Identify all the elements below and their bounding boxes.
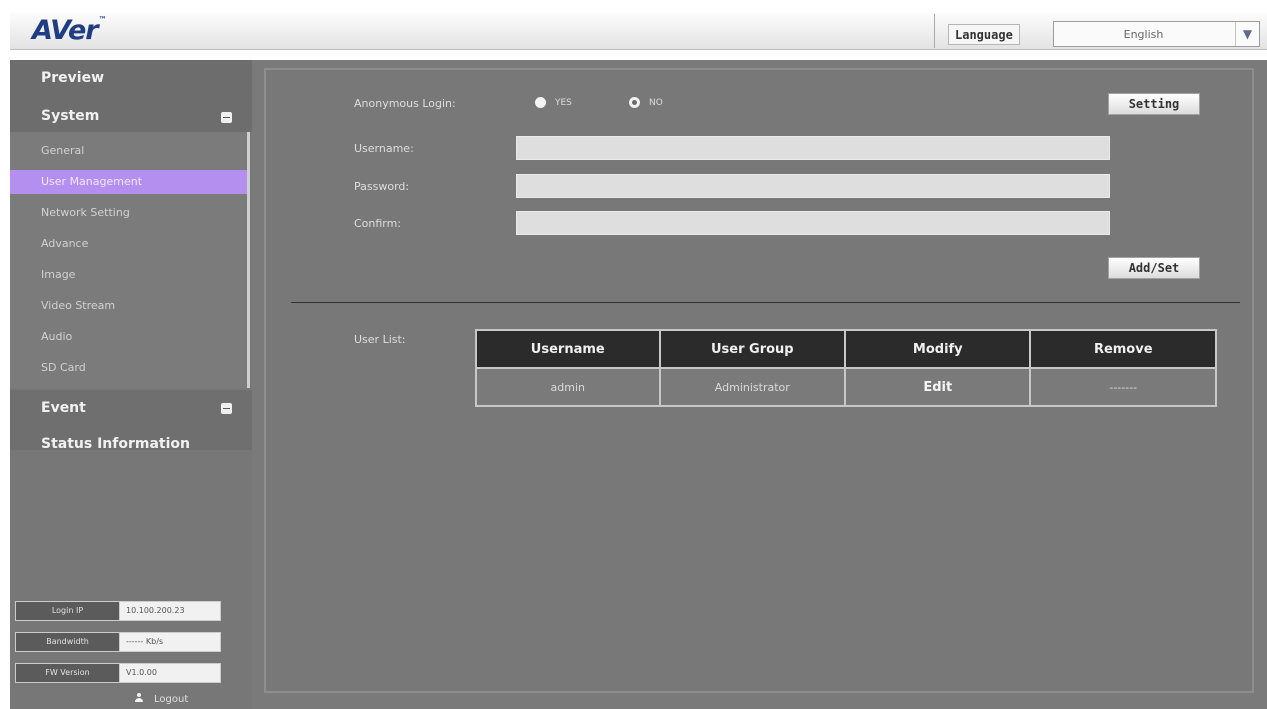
- anonymous-no-label: NO: [649, 98, 663, 108]
- header-divider: [934, 14, 935, 48]
- fw-version-value: V1.0.00: [126, 668, 157, 677]
- sidebar-item-preview[interactable]: Preview: [41, 70, 104, 86]
- language-select[interactable]: English ▼: [1053, 21, 1260, 47]
- column-header-user-group: User Group: [658, 329, 847, 369]
- top-header: AVer™ Language English ▼: [10, 12, 1267, 50]
- sidebar-item-audio[interactable]: Audio: [10, 325, 247, 349]
- bandwidth-label: Bandwidth: [16, 633, 120, 651]
- fw-version-label: FW Version: [16, 664, 120, 682]
- password-input[interactable]: [516, 174, 1110, 198]
- confirm-input[interactable]: [516, 211, 1110, 235]
- logout-label: Logout: [154, 694, 189, 705]
- logout-link[interactable]: Logout: [134, 693, 188, 705]
- sidebar-item-user-management[interactable]: User Management: [10, 170, 247, 194]
- cell-user-group: Administrator: [658, 367, 847, 407]
- user-icon: [134, 693, 144, 703]
- sidebar-item-network-setting[interactable]: Network Setting: [10, 201, 247, 225]
- sidebar-item-sd-card[interactable]: SD Card: [10, 356, 247, 380]
- bandwidth-value: ------ Kb/s: [126, 637, 164, 646]
- sidebar-item-system[interactable]: System: [41, 108, 99, 124]
- section-divider: [291, 302, 1240, 303]
- collapse-icon[interactable]: [221, 112, 232, 123]
- password-label: Password:: [354, 180, 410, 193]
- column-header-remove: Remove: [1029, 329, 1217, 369]
- sidebar-item-advance[interactable]: Advance: [10, 232, 247, 256]
- edit-link[interactable]: Edit: [844, 367, 1032, 407]
- fw-version-row: FW Version V1.0.00: [15, 663, 221, 683]
- sidebar-item-event[interactable]: Event: [41, 400, 86, 416]
- username-label: Username:: [354, 142, 414, 155]
- language-label: Language: [948, 24, 1020, 45]
- table-row: admin Administrator Edit -------: [475, 367, 1217, 407]
- remove-cell[interactable]: -------: [1029, 367, 1217, 407]
- cell-username: admin: [475, 367, 661, 407]
- user-list-label: User List:: [354, 333, 406, 346]
- language-select-value: English: [1123, 28, 1164, 41]
- aver-logo: AVer™: [32, 15, 107, 46]
- user-list-table: Username User Group Modify Remove admin …: [475, 329, 1217, 407]
- sidebar-item-video-stream[interactable]: Video Stream: [10, 294, 247, 318]
- login-ip-row: Login IP 10.100.200.23: [15, 601, 221, 621]
- add-set-button[interactable]: Add/Set: [1108, 257, 1200, 279]
- anonymous-yes-radio[interactable]: [535, 97, 546, 108]
- system-submenu: General User Management Network Setting …: [10, 132, 250, 388]
- table-header-row: Username User Group Modify Remove: [475, 329, 1217, 369]
- login-ip-value: 10.100.200.23: [126, 606, 185, 615]
- expand-icon[interactable]: [221, 403, 232, 414]
- sidebar: Preview System General User Management N…: [10, 60, 252, 709]
- column-header-username: Username: [475, 329, 661, 369]
- login-ip-label: Login IP: [16, 602, 120, 620]
- username-input[interactable]: [516, 136, 1110, 160]
- confirm-label: Confirm:: [354, 217, 402, 230]
- anonymous-login-label: Anonymous Login:: [354, 97, 456, 110]
- setting-button[interactable]: Setting: [1108, 93, 1200, 115]
- column-header-modify: Modify: [844, 329, 1032, 369]
- anonymous-no-radio[interactable]: [629, 97, 640, 108]
- sidebar-item-general[interactable]: General: [10, 139, 247, 163]
- bandwidth-row: Bandwidth ------ Kb/s: [15, 632, 221, 652]
- anonymous-yes-label: YES: [555, 98, 572, 108]
- sidebar-item-image[interactable]: Image: [10, 263, 247, 287]
- sidebar-item-status-information[interactable]: Status Information: [41, 436, 190, 452]
- chevron-down-icon[interactable]: ▼: [1235, 22, 1259, 46]
